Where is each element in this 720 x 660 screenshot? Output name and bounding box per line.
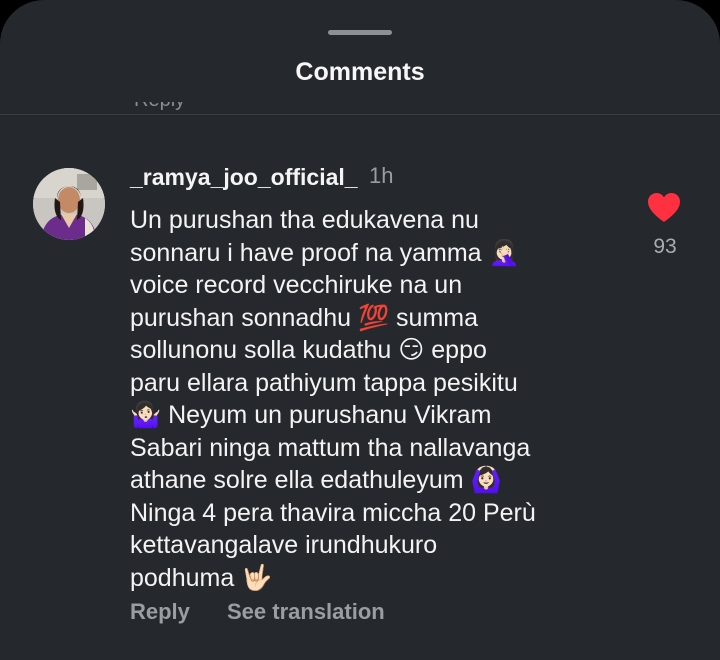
comment-line: athane solre ella edathuleyum 🙆🏻‍♀️: [130, 466, 502, 494]
comment-line: voice record vecchiruke na un: [130, 271, 463, 299]
comment-line: kettavangalave irundhukuro: [130, 531, 438, 559]
avatar-image: [33, 168, 105, 240]
heart-icon: [648, 193, 680, 222]
comments-sheet: Comments Reply _ramya_joo_official_ 1h U…: [0, 0, 720, 660]
reply-button[interactable]: Reply: [130, 599, 190, 625]
comment-line: podhuma 🤟🏻: [130, 563, 273, 592]
comment-line: paru ellara pathiyum tappa pesikitu: [130, 368, 518, 397]
header-divider: [0, 114, 720, 115]
comment-line: sonnaru i have proof na yamma 🤦🏻‍♀️: [130, 238, 520, 267]
comment-line: Sabari ninga mattum tha nallavanga: [130, 433, 531, 462]
comment-line: purushan sonnadhu 💯 summa: [130, 303, 478, 332]
like-count: 93: [653, 235, 677, 258]
comment-text: Un purushan tha edukavena nu sonnaru i h…: [130, 204, 630, 594]
comment-line: Un purushan tha edukavena nu: [130, 206, 479, 234]
comment-username[interactable]: _ramya_joo_official_: [130, 164, 358, 191]
like-button[interactable]: [647, 192, 681, 224]
comment-line: sollunonu solla kudathu 😏 eppo: [130, 336, 487, 364]
comment-line: 🤷🏻‍♀️ Neyum un purushanu Vikram: [130, 401, 492, 429]
avatar[interactable]: [33, 168, 105, 240]
drag-handle[interactable]: [328, 30, 392, 35]
comment-line: Ninga 4 pera thavira miccha 20 Perù: [130, 498, 536, 527]
comment-timestamp: 1h: [369, 163, 394, 188]
sheet-title: Comments: [295, 58, 425, 86]
see-translation-button[interactable]: See translation: [227, 599, 385, 625]
